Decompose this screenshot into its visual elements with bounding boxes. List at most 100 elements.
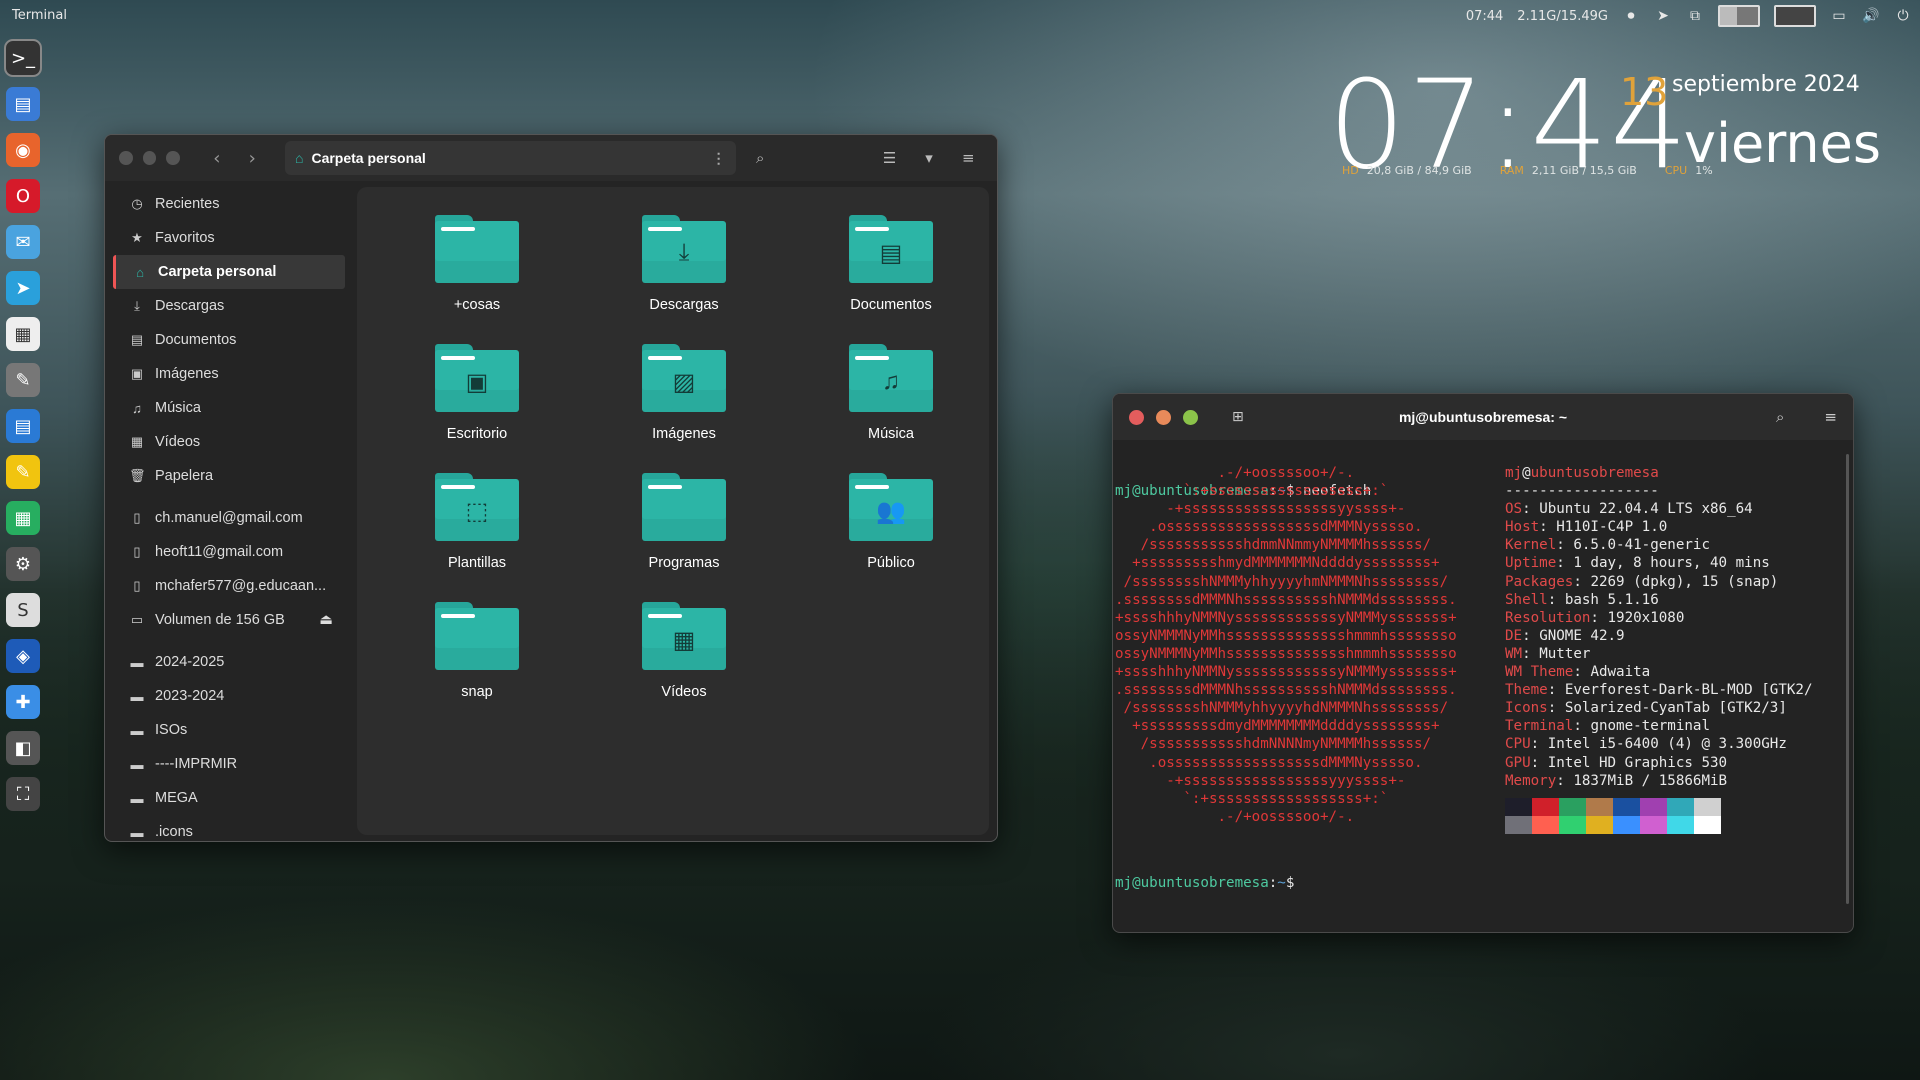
- scrollbar[interactable]: [1846, 454, 1849, 904]
- sidebar-item[interactable]: ▤ Documentos: [105, 323, 355, 357]
- media-icon[interactable]: ⏺: [1622, 7, 1640, 25]
- terminal-output[interactable]: mj@ubuntusobremesa:~$ neofetch .-/+oosss…: [1115, 446, 1841, 932]
- sidebar-item-label: Música: [155, 400, 201, 416]
- folder-item[interactable]: 👥 Público: [801, 473, 981, 571]
- sidebar-item[interactable]: ◷ Recientes: [105, 187, 355, 221]
- terminal-window: ⊞ ⌕ ≡ mj@ubuntusobremesa: ~ mj@ubuntusob…: [1112, 393, 1854, 933]
- display-icon[interactable]: ▭: [1830, 7, 1848, 25]
- search-icon[interactable]: ⌕: [746, 149, 775, 167]
- sidebar-item[interactable]: ▭ Volumen de 156 GB ⏏: [105, 603, 355, 637]
- firefox-icon[interactable]: ◉: [6, 133, 40, 167]
- eject-icon[interactable]: ⏏: [319, 612, 333, 628]
- info-value: GNOME 42.9: [1539, 627, 1625, 644]
- prompt-line-2: mj@ubuntusobremesa:~$: [1115, 875, 1303, 891]
- memory-indicator[interactable]: 2.11G/15.49G: [1517, 9, 1608, 24]
- color-swatch: [1640, 798, 1667, 816]
- workspace-1[interactable]: [1718, 5, 1760, 27]
- folder-emblem-icon: ▦: [672, 627, 696, 654]
- info-colon: :: [1530, 736, 1548, 753]
- terminal-icon[interactable]: >_: [4, 39, 42, 77]
- file-grid: +cosas ⤓ Descargas ▤ Documentos ▣ Escritorio ▨ I…: [357, 187, 989, 835]
- clipboard-icon[interactable]: ⧉: [1686, 7, 1704, 25]
- folder-item[interactable]: snap: [387, 602, 567, 700]
- back-icon[interactable]: ‹: [204, 148, 229, 169]
- folder-bar: [441, 356, 475, 360]
- close-button[interactable]: [119, 151, 133, 165]
- folder-item[interactable]: ▦ Vídeos: [594, 602, 774, 700]
- notes-icon[interactable]: ✎: [6, 455, 40, 489]
- sidebar-item[interactable]: ▦ Vídeos: [105, 425, 355, 459]
- folder-item[interactable]: ⬚ Plantillas: [387, 473, 567, 571]
- folder-bar: [441, 485, 475, 489]
- path-menu-icon[interactable]: ⋮: [712, 150, 726, 167]
- sidebar-item[interactable]: ▬ MEGA: [105, 781, 355, 815]
- ascii-line: /sssssssshNMMMyhhyyyyhdNMMMNhssssssss/: [1115, 700, 1449, 717]
- volume-icon[interactable]: 🔊: [1862, 7, 1880, 25]
- hd-value: 20,8 GiB / 84,9 GiB: [1366, 164, 1472, 177]
- ascii-line: .ossssssssssssssssssdMMMNysssso.: [1115, 754, 1423, 771]
- list-view-icon[interactable]: ☰: [875, 149, 904, 167]
- workspace-2[interactable]: [1774, 5, 1816, 27]
- sidebar-item[interactable]: ▯ ch.manuel@gmail.com: [105, 501, 355, 535]
- writer-icon[interactable]: ▤: [6, 409, 40, 443]
- clock[interactable]: 07:44: [1466, 9, 1503, 24]
- path-bar[interactable]: ⌂ Carpeta personal ⋮: [284, 141, 736, 175]
- folder-item[interactable]: ⤓ Descargas: [594, 215, 774, 313]
- sidebar-item[interactable]: ♫ Música: [105, 391, 355, 425]
- files-icon[interactable]: ▤: [6, 87, 40, 121]
- sidebar-item-label: ----IMPRMIR: [155, 756, 238, 772]
- extensions-icon[interactable]: ✚: [6, 685, 40, 719]
- telegram-tray-icon[interactable]: ➤: [1654, 7, 1672, 25]
- info-key: Uptime: [1505, 555, 1557, 572]
- folder-label: Vídeos: [661, 684, 707, 700]
- folder-item[interactable]: ▨ Imágenes: [594, 344, 774, 442]
- folder-item[interactable]: ♫ Música: [801, 344, 981, 442]
- settings-icon[interactable]: ⚙: [6, 547, 40, 581]
- sidebar-item[interactable]: ★ Favoritos: [105, 221, 355, 255]
- folder-item[interactable]: Programas: [594, 473, 774, 571]
- sidebar-item[interactable]: ▯ mchafer577@g.educaan...: [105, 569, 355, 603]
- folder-item[interactable]: ▤ Documentos: [801, 215, 981, 313]
- vscode-icon[interactable]: S: [6, 593, 40, 627]
- info-value: 6.5.0-41-generic: [1573, 537, 1711, 554]
- sidebar-item[interactable]: ▬ ISOs: [105, 713, 355, 747]
- menu-icon[interactable]: ≡: [954, 149, 983, 167]
- sidebar-item[interactable]: ▬ 2024-2025: [105, 645, 355, 679]
- sidebar-item[interactable]: ▬ ----IMPRMIR: [105, 747, 355, 781]
- color-swatch: [1505, 798, 1532, 816]
- info-value: Solarized-CyanTab [GTK2/3]: [1564, 700, 1787, 717]
- minimize-button[interactable]: [142, 151, 157, 165]
- folder-item[interactable]: ▣ Escritorio: [387, 344, 567, 442]
- sidebar-item[interactable]: ⌂ Carpeta personal: [113, 255, 345, 289]
- top-bar: Terminal 07:44 2.11G/15.49G ⏺ ➤ ⧉ ▭ 🔊 ⏻: [0, 0, 1920, 32]
- screenshot-icon[interactable]: ⛶: [6, 777, 40, 811]
- color-swatch: [1505, 816, 1532, 834]
- ascii-line: .ssssssssdMMMNhsssssssssshNMMMdssssssss.: [1115, 682, 1457, 699]
- sidebar-item-label: ISOs: [155, 722, 188, 738]
- sidebar-item[interactable]: ▣ Imágenes: [105, 357, 355, 391]
- mail-icon[interactable]: ✉: [6, 225, 40, 259]
- sidebar-item[interactable]: 🗑 Papelera: [105, 459, 355, 493]
- folder-item[interactable]: +cosas: [387, 215, 567, 313]
- forward-icon[interactable]: ›: [240, 148, 265, 169]
- gimp-icon[interactable]: ✎: [6, 363, 40, 397]
- sidebar-item[interactable]: ▯ heoft11@gmail.com: [105, 535, 355, 569]
- info-row: Packages: 2269 (dpkg), 15 (snap): [1505, 573, 1813, 591]
- maximize-button[interactable]: [166, 151, 181, 165]
- power-icon[interactable]: ⏻: [1894, 7, 1912, 25]
- sidebar-item[interactable]: ▬ 2023-2024: [105, 679, 355, 713]
- home-icon: ⌂: [294, 150, 304, 166]
- info-key: Memory: [1505, 772, 1557, 789]
- info-value: 1837MiB / 15866MiB: [1573, 772, 1728, 789]
- bitwarden-icon[interactable]: ◈: [6, 639, 40, 673]
- opera-icon[interactable]: O: [6, 179, 40, 213]
- virtualbox-icon[interactable]: ◧: [6, 731, 40, 765]
- active-app-label[interactable]: Terminal: [12, 8, 67, 23]
- telegram-icon[interactable]: ➤: [6, 271, 40, 305]
- sidebar-item[interactable]: ⤓ Descargas: [105, 289, 355, 323]
- sidebar-item[interactable]: ▬ .icons: [105, 815, 355, 841]
- color-swatch: [1532, 798, 1559, 816]
- chevron-down-icon[interactable]: ▾: [914, 149, 943, 167]
- calc-icon[interactable]: ▦: [6, 501, 40, 535]
- calendar-icon[interactable]: ▦: [6, 317, 40, 351]
